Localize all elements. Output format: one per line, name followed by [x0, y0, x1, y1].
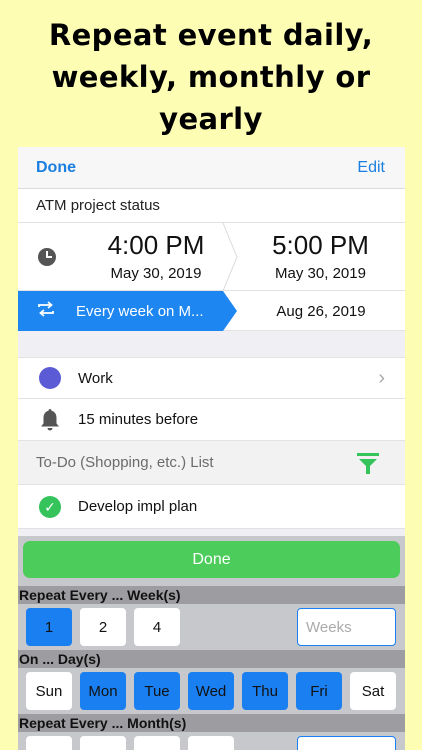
- end-time-cell[interactable]: 5:00 PM May 30, 2019: [236, 229, 405, 285]
- calendar-row[interactable]: Work ›: [18, 357, 405, 399]
- todo-header-label: To-Do (Shopping, etc.) List: [36, 454, 214, 471]
- chevron-right-icon: ›: [378, 366, 385, 389]
- start-time-cell[interactable]: 4:00 PM May 30, 2019: [76, 229, 236, 285]
- start-date: May 30, 2019: [110, 265, 202, 282]
- filter-funnel-icon[interactable]: [357, 453, 379, 475]
- todo-item-label: Develop impl plan: [78, 498, 198, 515]
- day-sun[interactable]: Sun: [26, 672, 72, 710]
- checkmark-icon[interactable]: ✓: [39, 495, 61, 518]
- day-wed[interactable]: Wed: [188, 672, 234, 710]
- week-option-4[interactable]: 4: [134, 608, 180, 646]
- day-thu[interactable]: Thu: [242, 672, 288, 710]
- month-option[interactable]: [188, 736, 234, 750]
- event-title[interactable]: ATM project status: [18, 189, 405, 223]
- end-time: 5:00 PM: [272, 230, 369, 260]
- month-option[interactable]: [80, 736, 126, 750]
- calendar-color-dot: [39, 367, 61, 389]
- promo-headline: Repeat event daily, weekly, monthly or y…: [0, 14, 422, 140]
- day-mon[interactable]: Mon: [80, 672, 126, 710]
- time-range: 4:00 PM May 30, 2019 5:00 PM May 30, 201…: [18, 223, 405, 291]
- calendar-label: Work: [78, 369, 113, 387]
- week-option-1[interactable]: 1: [26, 608, 72, 646]
- month-option[interactable]: [134, 736, 180, 750]
- nav-edit-button[interactable]: Edit: [357, 159, 385, 177]
- day-fri[interactable]: Fri: [296, 672, 342, 710]
- repeat-icon: [36, 300, 58, 323]
- repeat-rule-button[interactable]: Every week on M...: [18, 291, 237, 331]
- repeat-row: Every week on M... Aug 26, 2019: [18, 291, 405, 331]
- month-option[interactable]: [26, 736, 72, 750]
- months-options-row: [18, 732, 405, 750]
- weeks-input[interactable]: Weeks: [297, 608, 396, 646]
- headline-line-2: weekly, monthly or: [51, 60, 371, 94]
- months-input[interactable]: [297, 736, 396, 750]
- week-option-2[interactable]: 2: [80, 608, 126, 646]
- start-time: 4:00 PM: [107, 230, 205, 260]
- nav-bar: Done Edit: [18, 147, 405, 189]
- clock-icon: [38, 248, 56, 266]
- todo-list-header[interactable]: To-Do (Shopping, etc.) List: [18, 441, 405, 485]
- alert-label: 15 minutes before: [78, 411, 199, 428]
- months-section-header: Repeat Every ... Month(s): [18, 714, 405, 732]
- day-tue[interactable]: Tue: [134, 672, 180, 710]
- repeat-rule-label: Every week on M...: [76, 302, 204, 320]
- bell-icon: [41, 408, 59, 430]
- weeks-section-header: Repeat Every ... Week(s): [18, 586, 405, 604]
- nav-done-button[interactable]: Done: [36, 159, 76, 177]
- app-screen: Done Edit ATM project status 4:00 PM May…: [18, 147, 405, 750]
- weeks-options-row: 1 2 4 Weeks: [18, 604, 405, 650]
- headline-line-3: yearly: [159, 102, 263, 136]
- alert-row[interactable]: 15 minutes before: [18, 399, 405, 441]
- repeat-end-date[interactable]: Aug 26, 2019: [237, 291, 405, 331]
- end-date: May 30, 2019: [275, 265, 366, 282]
- day-sat[interactable]: Sat: [350, 672, 396, 710]
- headline-line-1: Repeat event daily,: [48, 18, 374, 52]
- days-options-row: Sun Mon Tue Wed Thu Fri Sat: [18, 668, 405, 714]
- todo-item[interactable]: ✓ Develop impl plan: [18, 485, 405, 529]
- days-section-header: On ... Day(s): [18, 650, 405, 668]
- picker-done-button[interactable]: Done: [23, 541, 400, 578]
- repeat-picker: Done Repeat Every ... Week(s) 1 2 4 Week…: [18, 536, 405, 750]
